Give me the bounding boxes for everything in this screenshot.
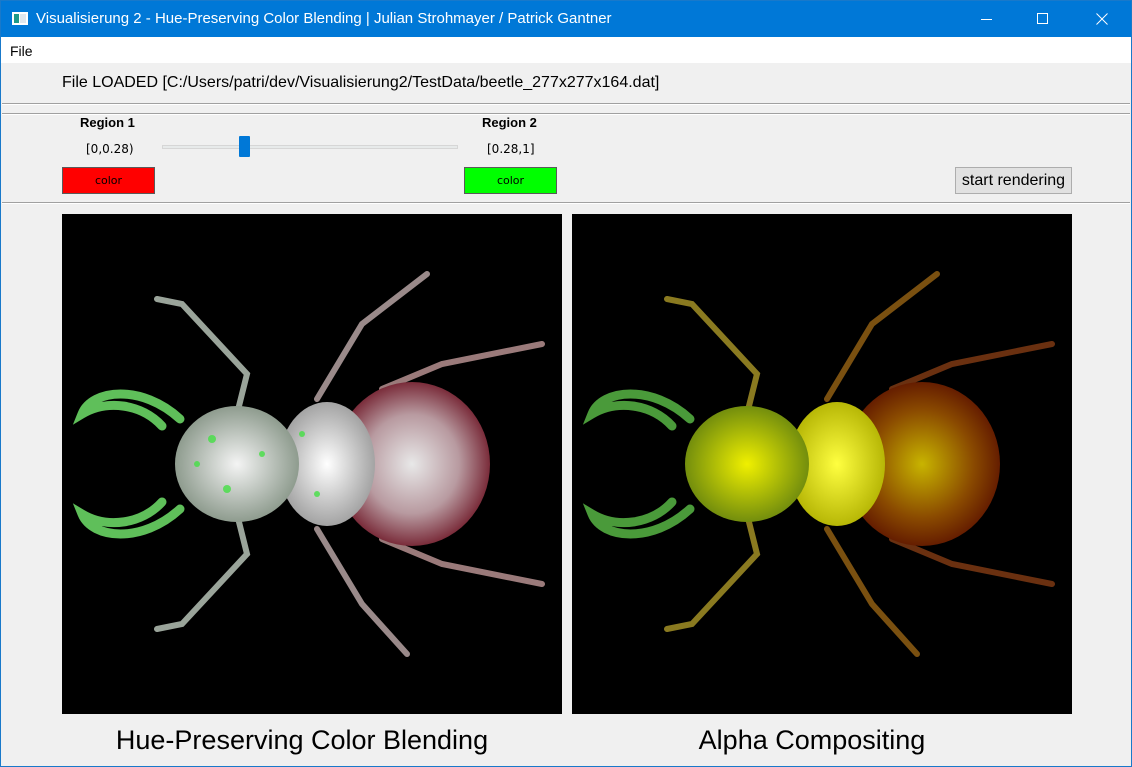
maximize-icon (1037, 13, 1048, 24)
region2-color-button[interactable]: color (464, 167, 557, 194)
divider (2, 113, 1130, 115)
maximize-button[interactable] (1019, 1, 1065, 37)
region2-range: [0.28,1] (487, 142, 535, 156)
menu-bar: File (1, 37, 1131, 63)
close-icon (1096, 13, 1108, 25)
slider-handle[interactable] (239, 136, 250, 157)
minimize-icon (981, 19, 992, 20)
app-window-icon (12, 12, 28, 25)
close-button[interactable] (1079, 1, 1125, 37)
hue-preserving-render-view (62, 214, 562, 714)
app-window: Visualisierung 2 - Hue-Preserving Color … (0, 0, 1132, 767)
region1-color-button[interactable]: color (62, 167, 155, 194)
start-rendering-button[interactable]: start rendering (955, 167, 1072, 194)
alpha-compositing-render-view (572, 214, 1072, 714)
file-status-label: File LOADED [C:/Users/patri/dev/Visualis… (62, 74, 660, 91)
region1-range: [0,0.28) (86, 142, 134, 156)
beetle-render-image (582, 271, 1055, 657)
region2-title: Region 2 (482, 115, 537, 130)
divider (2, 103, 1130, 105)
threshold-slider[interactable] (162, 135, 458, 159)
beetle-render-image (72, 271, 545, 657)
alpha-compositing-caption: Alpha Compositing (698, 725, 926, 755)
divider (2, 202, 1130, 204)
hue-preserving-caption: Hue-Preserving Color Blending (115, 725, 489, 755)
window-title: Visualisierung 2 - Hue-Preserving Color … (36, 10, 612, 27)
title-bar[interactable]: Visualisierung 2 - Hue-Preserving Color … (1, 1, 1131, 37)
menu-file[interactable]: File (10, 43, 33, 59)
region1-title: Region 1 (80, 115, 135, 130)
minimize-button[interactable] (964, 1, 1010, 37)
slider-track[interactable] (162, 145, 458, 149)
